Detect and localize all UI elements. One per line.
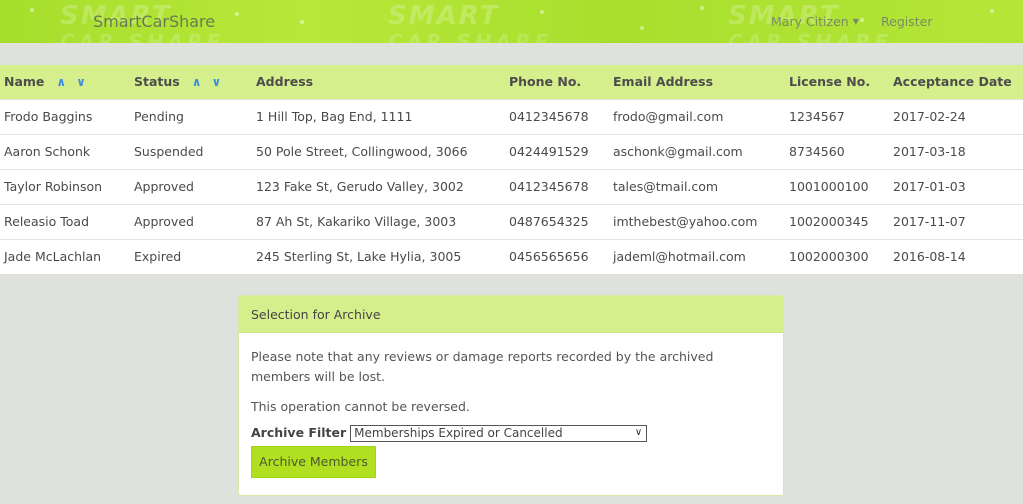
- column-header-name: Name ∧ ∨: [4, 74, 86, 90]
- cell-status: Approved: [134, 214, 194, 229]
- cell-name: Frodo Baggins: [4, 109, 93, 124]
- cell-license: 1234567: [789, 109, 845, 124]
- cell-email: imthebest@yahoo.com: [613, 214, 758, 229]
- cell-acceptance-date: 2016-08-14: [893, 249, 966, 265]
- cell-name: Taylor Robinson: [4, 179, 103, 194]
- archive-members-button[interactable]: Archive Members: [251, 446, 376, 478]
- cell-phone: 0424491529: [509, 144, 589, 159]
- cell-address: 1 Hill Top, Bag End, 1111: [256, 109, 413, 124]
- cell-acceptance-date: 2017-11-07: [893, 214, 966, 229]
- brand-watermark: CAR SHARE: [728, 30, 893, 43]
- column-header-email: Email Address: [613, 74, 714, 90]
- cell-acceptance-date: 2017-01-03: [893, 179, 966, 194]
- cell-address: 87 Ah St, Kakariko Village, 3003: [256, 214, 457, 229]
- cell-name: Releasio Toad: [4, 214, 89, 229]
- chevron-down-icon: ∨: [634, 426, 643, 438]
- archive-filter-value: Memberships Expired or Cancelled: [354, 425, 563, 440]
- table-row[interactable]: Taylor Robinson Approved 123 Fake St, Ge…: [0, 169, 1023, 204]
- brand-link[interactable]: SmartCarShare: [93, 12, 215, 31]
- brand-watermark: SMART: [388, 1, 500, 31]
- cell-address: 50 Pole Street, Collingwood, 3066: [256, 144, 468, 159]
- brand-watermark: CAR SHARE: [388, 30, 553, 43]
- cell-name: Jade McLachlan: [4, 249, 102, 265]
- cell-status: Expired: [134, 249, 182, 265]
- archive-panel-title: Selection for Archive: [239, 296, 783, 333]
- column-header-address: Address: [256, 74, 314, 90]
- cell-email: jademl@hotmail.com: [613, 249, 746, 265]
- cell-status: Approved: [134, 179, 194, 194]
- archive-filter-label: Archive Filter: [251, 425, 347, 440]
- cell-license: 8734560: [789, 144, 845, 159]
- cell-address: 245 Sterling St, Lake Hylia, 3005: [256, 249, 462, 265]
- cell-phone: 0487654325: [509, 214, 589, 229]
- sort-up-icon[interactable]: ∧: [56, 75, 66, 89]
- register-link[interactable]: Register: [881, 14, 932, 29]
- archive-panel: Selection for Archive Please note that a…: [238, 295, 784, 496]
- cell-license: 1002000345: [789, 214, 869, 229]
- cell-phone: 0412345678: [509, 109, 589, 124]
- table-row[interactable]: Releasio Toad Approved 87 Ah St, Kakarik…: [0, 204, 1023, 239]
- cell-name: Aaron Schonk: [4, 144, 91, 159]
- archive-note: Please note that any reviews or damage r…: [251, 349, 714, 384]
- brand-watermark: CAR SHARE: [60, 30, 225, 43]
- cell-email: tales@tmail.com: [613, 179, 719, 194]
- cell-status: Pending: [134, 109, 184, 124]
- cell-acceptance-date: 2017-02-24: [893, 109, 966, 124]
- cell-phone: 0456565656: [509, 249, 589, 265]
- column-header-status: Status ∧ ∨: [134, 74, 222, 90]
- cell-phone: 0412345678: [509, 179, 589, 194]
- table-row[interactable]: Jade McLachlan Expired 245 Sterling St, …: [0, 239, 1023, 274]
- user-menu-dropdown[interactable]: Mary Citizen ▼: [771, 14, 859, 29]
- table-row[interactable]: Frodo Baggins Pending 1 Hill Top, Bag En…: [0, 99, 1023, 134]
- sort-up-icon[interactable]: ∧: [192, 75, 202, 89]
- cell-acceptance-date: 2017-03-18: [893, 144, 966, 159]
- caret-down-icon: ▼: [852, 17, 859, 26]
- cell-email: aschonk@gmail.com: [613, 144, 743, 159]
- table-header-row: Name ∧ ∨ Status ∧ ∨ Address Phone No. Email …: [0, 65, 1023, 99]
- cell-address: 123 Fake St, Gerudo Valley, 3002: [256, 179, 464, 194]
- archive-warning: This operation cannot be reversed.: [251, 399, 470, 414]
- table-row[interactable]: Aaron Schonk Suspended 50 Pole Street, C…: [0, 134, 1023, 169]
- cell-license: 1002000300: [789, 249, 869, 265]
- cell-email: frodo@gmail.com: [613, 109, 724, 124]
- members-table: Name ∧ ∨ Status ∧ ∨ Address Phone No. Email …: [0, 65, 1023, 274]
- cell-license: 1001000100: [789, 179, 869, 194]
- archive-filter-select[interactable]: Memberships Expired or Cancelled ∨: [350, 424, 648, 442]
- user-name: Mary Citizen: [771, 14, 849, 29]
- navbar: SMART CAR SHARE SMART CAR SHARE SMART CA…: [0, 0, 1023, 43]
- cell-status: Suspended: [134, 144, 204, 159]
- column-header-phone: Phone No.: [509, 74, 582, 90]
- column-header-acceptance-date: Acceptance Date: [893, 74, 1012, 90]
- column-header-license: License No.: [789, 74, 871, 90]
- navbar-spacer: [0, 43, 1023, 65]
- sort-down-icon[interactable]: ∨: [76, 75, 86, 89]
- sort-down-icon[interactable]: ∨: [211, 75, 221, 89]
